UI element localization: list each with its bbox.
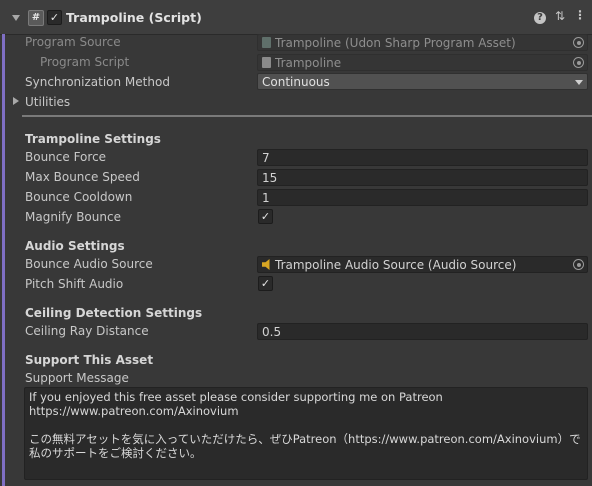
- program-source-label: Program Source: [25, 35, 121, 49]
- program-script-label: Program Script: [40, 55, 130, 69]
- foldout-expanded-icon[interactable]: [12, 15, 20, 21]
- component-title: Trampoline (Script): [66, 10, 202, 25]
- support-message-textarea[interactable]: If you enjoyed this free asset please co…: [24, 387, 588, 480]
- audio-settings-header: Audio Settings: [25, 239, 125, 253]
- chevron-down-icon: [575, 80, 583, 85]
- program-script-value: Trampoline: [275, 56, 342, 70]
- max-bounce-speed-input[interactable]: 15: [257, 169, 588, 186]
- bounce-audio-source-value: Trampoline Audio Source (Audio Source): [275, 258, 517, 272]
- script-icon: #: [28, 10, 44, 26]
- bounce-cooldown-input[interactable]: 1: [257, 189, 588, 206]
- component-enabled-checkbox[interactable]: ✓: [47, 10, 62, 25]
- program-asset-icon: [262, 37, 271, 48]
- help-icon[interactable]: ?: [533, 9, 547, 24]
- sync-method-label: Synchronization Method: [25, 75, 170, 89]
- ceiling-detection-header: Ceiling Detection Settings: [25, 306, 203, 320]
- object-picker-icon[interactable]: [573, 57, 584, 68]
- bounce-force-label: Bounce Force: [25, 150, 107, 164]
- sync-method-value: Continuous: [262, 75, 330, 89]
- utilities-foldout-icon[interactable]: [13, 97, 19, 105]
- ceiling-ray-distance-label: Ceiling Ray Distance: [25, 324, 149, 338]
- utilities-foldout-label[interactable]: Utilities: [25, 95, 70, 109]
- object-picker-icon[interactable]: [573, 259, 584, 270]
- object-picker-icon[interactable]: [573, 37, 584, 48]
- csharp-script-icon: [262, 57, 271, 68]
- context-menu-icon[interactable]: ⋮: [573, 8, 587, 22]
- program-source-value: Trampoline (Udon Sharp Program Asset): [275, 36, 516, 50]
- support-message-label: Support Message: [25, 371, 129, 385]
- section-divider: [22, 115, 592, 117]
- ceiling-ray-distance-input[interactable]: 0.5: [257, 323, 588, 340]
- checkmark-icon: ✓: [260, 210, 271, 223]
- presets-icon[interactable]: ⇅: [553, 9, 567, 23]
- magnify-bounce-label: Magnify Bounce: [25, 210, 121, 224]
- program-source-field[interactable]: Trampoline (Udon Sharp Program Asset): [257, 34, 588, 51]
- max-bounce-speed-label: Max Bounce Speed: [25, 170, 140, 184]
- trampoline-settings-header: Trampoline Settings: [25, 132, 161, 146]
- pitch-shift-audio-label: Pitch Shift Audio: [25, 277, 124, 291]
- program-script-field[interactable]: Trampoline: [257, 54, 588, 71]
- bounce-cooldown-label: Bounce Cooldown: [25, 190, 133, 204]
- support-header: Support This Asset: [25, 353, 154, 367]
- checkmark-icon: ✓: [49, 11, 60, 24]
- audio-source-icon: [262, 259, 270, 270]
- checkmark-icon: ✓: [260, 277, 271, 290]
- bounce-force-input[interactable]: 7: [257, 149, 588, 166]
- bounce-audio-source-field[interactable]: Trampoline Audio Source (Audio Source): [257, 256, 588, 273]
- bounce-audio-source-label: Bounce Audio Source: [25, 257, 153, 271]
- pitch-shift-audio-checkbox[interactable]: ✓: [258, 276, 273, 291]
- sync-method-dropdown[interactable]: Continuous: [257, 73, 588, 90]
- udon-accent-bar: [2, 34, 5, 486]
- magnify-bounce-checkbox[interactable]: ✓: [258, 209, 273, 224]
